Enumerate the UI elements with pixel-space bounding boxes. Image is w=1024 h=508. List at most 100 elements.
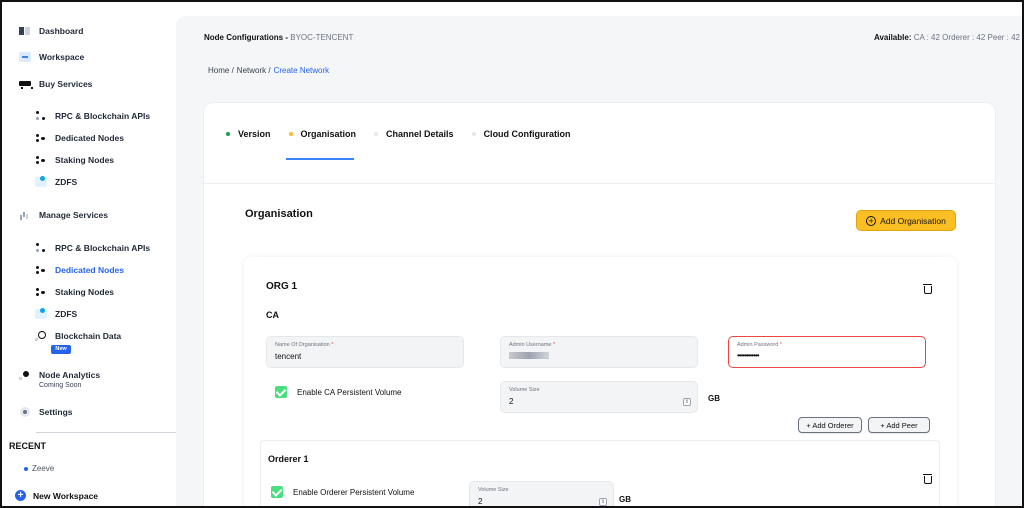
tab-organisation-label: Organisation xyxy=(300,129,357,139)
orderer-section: Orderer 1 Enable Orderer Persistent Volu… xyxy=(260,440,940,506)
ca-persistent-label: Enable CA Persistent Volume xyxy=(297,387,402,397)
nav-buy-zdfs-label: ZDFS xyxy=(55,177,78,187)
app-window: Dashboard Workspace Buy Services RPC & B… xyxy=(0,0,1024,508)
admin-password-field[interactable]: Admin Password * •••••••••••• xyxy=(728,336,926,368)
admin-username-field[interactable]: Admin Username * xyxy=(500,336,698,368)
nav-settings-label: Settings xyxy=(39,407,73,417)
nav-manage-services-label: Manage Services xyxy=(39,210,108,220)
volume-size-label: Volume Size xyxy=(478,487,509,493)
orderer-persistent-label: Enable Orderer Persistent Volume xyxy=(293,487,415,497)
nav-manage-blockchain-data[interactable]: Blockchain Data xyxy=(35,331,121,341)
tab-cloud-configuration[interactable]: Cloud Configuration xyxy=(471,129,571,139)
nav-buy-rpc[interactable]: RPC & Blockchain APIs xyxy=(35,111,150,121)
active-tab-underline xyxy=(286,158,354,160)
nodes-icon xyxy=(35,133,47,143)
page-subtitle: BYOC-TENCENT xyxy=(290,33,354,42)
add-peer-button[interactable]: + Add Peer xyxy=(868,417,930,433)
bar-chart-icon xyxy=(19,210,31,220)
nav-manage-dedicated[interactable]: Dedicated Nodes xyxy=(35,265,124,275)
nav-manage-rpc[interactable]: RPC & Blockchain APIs xyxy=(35,243,150,253)
recent-item-zeeve[interactable]: Zeeve xyxy=(24,464,54,473)
breadcrumb-home[interactable]: Home / xyxy=(208,66,234,75)
zdfs-icon xyxy=(35,176,47,187)
tab-channel-details[interactable]: Channel Details xyxy=(374,129,454,139)
nav-node-analytics[interactable]: Node Analytics xyxy=(19,370,100,380)
sidebar: Dashboard Workspace Buy Services RPC & B… xyxy=(4,4,176,506)
nav-dashboard[interactable]: Dashboard xyxy=(19,26,83,36)
plus-circle-icon: + xyxy=(866,215,877,226)
nav-buy-zdfs[interactable]: ZDFS xyxy=(35,176,78,187)
recent-label: RECENT xyxy=(9,441,47,451)
checkmark-icon xyxy=(275,386,287,398)
rpc-icon xyxy=(35,111,47,121)
nav-manage-dedicated-label: Dedicated Nodes xyxy=(55,265,124,275)
nav-buy-dedicated-label: Dedicated Nodes xyxy=(55,133,124,143)
nav-buy-staking[interactable]: Staking Nodes xyxy=(35,155,114,165)
org-name-label: Name Of Organisation * xyxy=(275,342,334,348)
add-organisation-button[interactable]: + Add Organisation xyxy=(856,210,956,231)
workspace-icon xyxy=(19,52,31,62)
nav-manage-staking-label: Staking Nodes xyxy=(55,287,115,297)
ca-persistent-volume-checkbox[interactable]: Enable CA Persistent Volume xyxy=(275,386,402,398)
step-tabs: Version Organisation Channel Details Clo… xyxy=(226,129,571,139)
nav-buy-services-label: Buy Services xyxy=(39,79,93,89)
recent-item-label: Zeeve xyxy=(32,464,55,473)
available-label: Available: xyxy=(873,33,912,42)
org-name-field[interactable]: Name Of Organisation * tencent xyxy=(266,336,464,368)
nav-manage-staking[interactable]: Staking Nodes xyxy=(35,287,114,297)
nodes-icon xyxy=(35,265,47,275)
nav-settings[interactable]: Settings xyxy=(19,407,73,417)
nav-buy-services[interactable]: Buy Services xyxy=(19,79,92,89)
nav-workspace[interactable]: Workspace xyxy=(19,52,84,62)
nodes-icon xyxy=(35,155,47,165)
tab-organisation[interactable]: Organisation xyxy=(288,129,357,139)
availability-status: Available: CA : 42 Orderer : 42 Peer : 4… xyxy=(874,33,1020,42)
nav-manage-zdfs-label: ZDFS xyxy=(55,309,78,319)
nav-blockchain-data-label: Blockchain Data xyxy=(55,331,122,341)
network-config-card: Version Organisation Channel Details Clo… xyxy=(203,102,996,506)
breadcrumb-network[interactable]: Network / xyxy=(237,66,271,75)
dot-icon xyxy=(24,466,28,471)
volume-size-label: Volume Size xyxy=(509,387,540,393)
orderer-volume-value: 2 xyxy=(478,497,483,506)
zdfs-icon xyxy=(35,308,47,319)
tab-cloud-configuration-label: Cloud Configuration xyxy=(483,129,571,139)
delete-org-trash-icon[interactable] xyxy=(923,284,932,294)
checkmark-icon xyxy=(271,486,283,498)
gb-unit: GB xyxy=(619,495,631,504)
gb-unit: GB xyxy=(708,394,720,403)
tab-channel-details-label: Channel Details xyxy=(386,129,454,139)
breadcrumb-create-network[interactable]: Create Network xyxy=(274,66,330,75)
admin-password-value: •••••••••••• xyxy=(737,351,760,360)
new-workspace-button[interactable]: + New Workspace xyxy=(15,490,98,501)
dashboard-icon xyxy=(19,26,31,36)
analytics-icon xyxy=(19,370,31,380)
nav-buy-dedicated[interactable]: Dedicated Nodes xyxy=(35,133,124,143)
stepper-icon[interactable]: ⇕ xyxy=(683,398,691,406)
card-divider xyxy=(204,183,995,184)
coming-soon-label: Coming Soon xyxy=(39,382,82,389)
org-name-value: tencent xyxy=(275,352,302,361)
nav-buy-staking-label: Staking Nodes xyxy=(55,155,115,165)
ca-label: CA xyxy=(266,310,279,320)
stepper-icon[interactable]: ⇕ xyxy=(599,498,607,506)
nav-manage-rpc-label: RPC & Blockchain APIs xyxy=(55,243,151,253)
sidebar-divider xyxy=(36,432,176,433)
page-title-text: Node Configurations - xyxy=(204,33,288,42)
tab-version[interactable]: Version xyxy=(226,129,271,139)
orderer-volume-size-field[interactable]: Volume Size 2 ⇕ xyxy=(469,481,614,506)
nav-manage-zdfs[interactable]: ZDFS xyxy=(35,308,78,319)
orderer-persistent-volume-checkbox[interactable]: Enable Orderer Persistent Volume xyxy=(271,486,414,498)
nav-manage-services[interactable]: Manage Services xyxy=(19,210,108,220)
main-content: Node Configurations - BYOC-TENCENT Avail… xyxy=(176,16,1022,506)
ca-volume-size-field[interactable]: Volume Size 2 ⇕ xyxy=(500,381,698,413)
delete-orderer-trash-icon[interactable] xyxy=(923,474,932,484)
rpc-icon xyxy=(35,243,47,253)
gear-icon xyxy=(19,407,31,417)
add-orderer-button[interactable]: + Add Orderer xyxy=(798,417,862,433)
plus-circle-icon: + xyxy=(15,490,26,501)
status-dot-icon xyxy=(288,132,293,136)
org-card: ORG 1 CA Name Of Organisation * tencent … xyxy=(244,257,957,506)
cart-icon xyxy=(19,79,33,89)
nav-workspace-label: Workspace xyxy=(39,52,85,62)
